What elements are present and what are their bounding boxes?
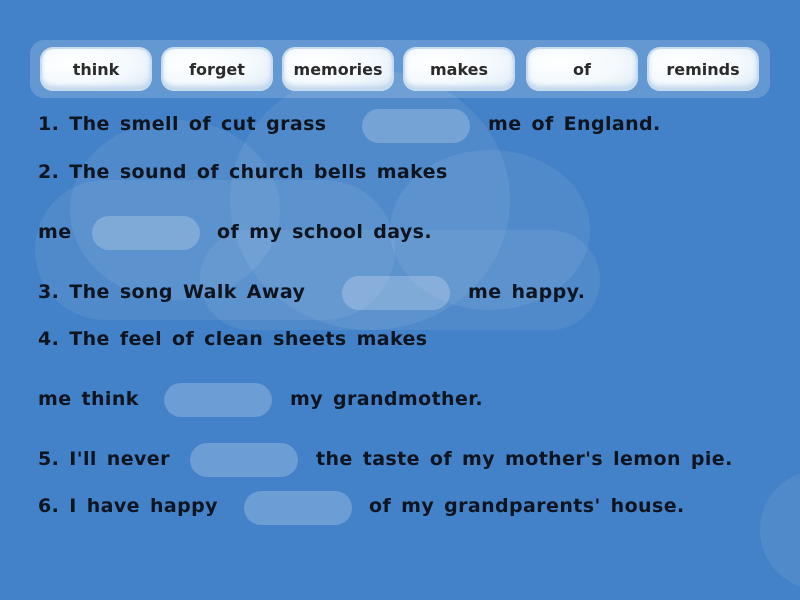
sentence-2-before: me — [38, 221, 72, 243]
sentence-3-before: 3. The song Walk Away — [38, 281, 306, 303]
sentence-6-before: 6. I have happy — [38, 495, 218, 517]
answer-slot-3[interactable] — [342, 276, 450, 310]
sentence-6-after: of my grandparents' house. — [369, 495, 685, 517]
answer-slot-2[interactable] — [92, 216, 200, 250]
word-bank: think forget memories makes of reminds — [30, 40, 770, 98]
sentence-4-line1: 4. The feel of clean sheets makes — [38, 328, 428, 350]
answer-slot-1[interactable] — [362, 109, 470, 143]
sentence-5-before: 5. I'll never — [38, 448, 170, 470]
word-tile-memories[interactable]: memories — [284, 49, 392, 89]
background-cloud — [760, 470, 800, 590]
word-tile-makes[interactable]: makes — [405, 49, 513, 89]
sentence-3-after: me happy. — [468, 281, 586, 303]
answer-slot-5[interactable] — [190, 443, 298, 477]
sentence-5-after: the taste of my mother's lemon pie. — [316, 448, 733, 470]
word-tile-think[interactable]: think — [42, 49, 150, 89]
word-tile-reminds[interactable]: reminds — [649, 49, 757, 89]
sentence-1-before: 1. The smell of cut grass — [38, 113, 327, 135]
sentence-4-before: me think — [38, 388, 139, 410]
sentence-4-after: my grandmother. — [290, 388, 483, 410]
sentence-1-after: me of England. — [488, 113, 661, 135]
word-tile-of[interactable]: of — [528, 49, 636, 89]
answer-slot-4[interactable] — [164, 383, 272, 417]
answer-slot-6[interactable] — [244, 491, 352, 525]
sentence-2-line1: 2. The sound of church bells makes — [38, 161, 448, 183]
sentence-2-after: of my school days. — [217, 221, 433, 243]
word-tile-forget[interactable]: forget — [163, 49, 271, 89]
